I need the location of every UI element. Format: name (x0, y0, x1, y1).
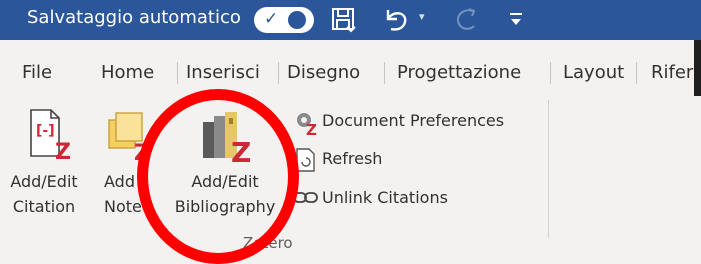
svg-text:Z: Z (231, 136, 251, 164)
tab-home[interactable]: Home (101, 61, 154, 85)
toggle-knob (288, 11, 306, 29)
ribbon-group-label: Zotero (243, 234, 293, 252)
add-edit-citation-label-2: Citation (12, 197, 76, 216)
gear-icon: Z (297, 113, 317, 136)
tab-separator (384, 62, 385, 84)
svg-text:Z: Z (306, 121, 317, 136)
redo-icon[interactable] (451, 6, 481, 34)
note-icon: Z (108, 112, 150, 162)
customize-qat-icon[interactable] (509, 11, 523, 27)
group-separator (548, 100, 549, 238)
unlink-citations-label: Unlink Citations (322, 188, 448, 207)
svg-text:[-]: [-] (36, 123, 55, 139)
tab-disegno[interactable]: Disegno (287, 61, 360, 85)
tab-separator (278, 62, 279, 84)
tab-riferimenti[interactable]: Rifer (651, 61, 693, 85)
autosave-label: Salvataggio automatico (27, 7, 241, 28)
add-note-label-2: Note (104, 197, 142, 216)
tab-separator (177, 62, 178, 84)
refresh-icon (296, 148, 315, 172)
check-icon: ✓ (264, 9, 279, 29)
tab-file[interactable]: File (22, 61, 52, 85)
ribbon-tabs: File Home Inserisci Disegno Progettazion… (0, 40, 701, 96)
tab-separator (550, 62, 551, 84)
add-edit-bibliography-label-2: Bibliography (174, 197, 276, 216)
autosave-toggle[interactable]: ✓ (254, 7, 314, 33)
title-bar: Salvataggio automatico ✓ ▾ (0, 0, 701, 40)
tab-layout[interactable]: Layout (563, 61, 624, 85)
tab-inserisci[interactable]: Inserisci (186, 61, 260, 85)
svg-text:Z: Z (55, 140, 71, 161)
undo-icon[interactable] (381, 6, 411, 34)
svg-text:Z: Z (134, 141, 150, 162)
chevron-down-icon[interactable]: ▾ (419, 10, 425, 23)
unlink-icon (293, 192, 318, 203)
add-edit-bibliography-label-1: Add/Edit (191, 172, 259, 191)
add-edit-citation-label-1: Add/Edit (10, 172, 78, 191)
citation-icon: [-] Z (30, 109, 71, 161)
document-preferences-label: Document Preferences (322, 111, 505, 130)
tab-progettazione[interactable]: Progettazione (397, 61, 521, 85)
save-icon[interactable] (331, 7, 357, 33)
bibliography-icon: Z (203, 112, 251, 164)
refresh-label: Refresh (322, 149, 383, 168)
tab-separator (636, 62, 637, 84)
add-note-label-1: Add (104, 172, 135, 191)
